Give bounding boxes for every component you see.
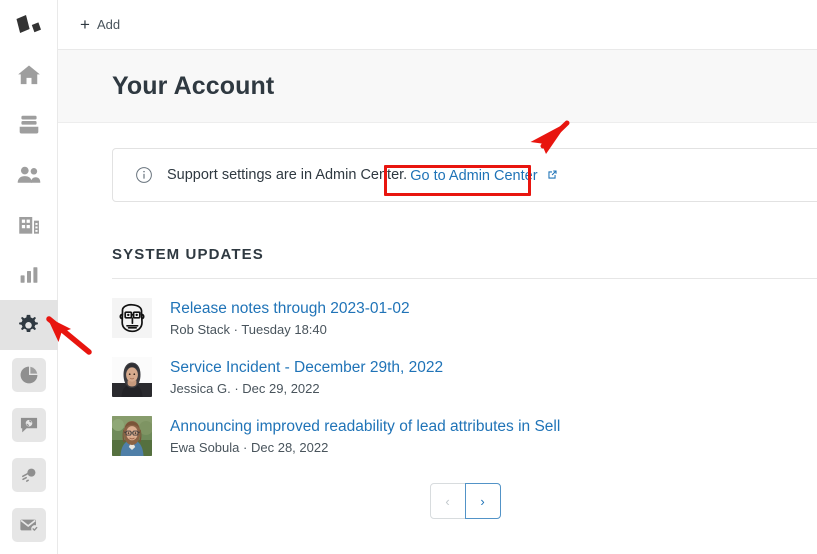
customers-icon bbox=[17, 166, 40, 183]
update-date: Dec 29, 2022 bbox=[242, 381, 320, 396]
page-header: Your Account bbox=[58, 50, 817, 123]
sidebar-app-explore[interactable] bbox=[0, 350, 58, 400]
sidebar-item-customers[interactable] bbox=[0, 150, 58, 200]
chat-icon bbox=[20, 417, 37, 433]
update-meta: Jessica G. · Dec 29, 2022 bbox=[170, 381, 443, 397]
sidebar-item-views[interactable] bbox=[0, 100, 58, 150]
meta-separator: · bbox=[233, 322, 238, 337]
go-to-admin-center-link[interactable]: Go to Admin Center bbox=[410, 167, 558, 184]
page-title: Your Account bbox=[112, 71, 275, 100]
avatar-dark-hair-woman bbox=[112, 357, 152, 397]
meta-separator: · bbox=[234, 381, 239, 396]
guide-icon bbox=[21, 468, 35, 482]
update-title-link[interactable]: Announcing improved readability of lead … bbox=[170, 417, 560, 436]
add-button-label: Add bbox=[96, 17, 121, 32]
avatar-doodle-face bbox=[112, 298, 152, 338]
update-author: Jessica G. bbox=[170, 381, 231, 396]
list-item[interactable]: Release notes through 2023-01-02 Rob Sta… bbox=[112, 298, 817, 338]
main-content: + Add Your Account Support settings are … bbox=[58, 0, 817, 554]
update-author: Rob Stack bbox=[170, 322, 230, 337]
info-circle-icon bbox=[135, 166, 153, 184]
views-icon bbox=[19, 115, 38, 134]
sidebar-app-guide[interactable] bbox=[0, 450, 58, 500]
pagination: ‹ › bbox=[112, 483, 817, 519]
zendesk-logo[interactable] bbox=[0, 0, 58, 50]
list-item-texts: Announcing improved readability of lead … bbox=[170, 416, 560, 456]
avatar-glasses-woman bbox=[112, 416, 152, 456]
home-icon bbox=[17, 65, 40, 85]
list-item-texts: Service Incident - December 29th, 2022 J… bbox=[170, 357, 443, 397]
sidebar-item-organizations[interactable] bbox=[0, 200, 58, 250]
update-author: Ewa Sobula bbox=[170, 440, 240, 455]
update-meta: Ewa Sobula · Dec 28, 2022 bbox=[170, 440, 560, 456]
plus-icon: + bbox=[80, 15, 90, 34]
sidebar-item-admin[interactable] bbox=[0, 300, 58, 350]
pagination-next-button[interactable]: › bbox=[464, 483, 501, 519]
page-body: Support settings are in Admin Center. Go… bbox=[58, 148, 817, 519]
mail-check-icon bbox=[19, 519, 39, 533]
zendesk-support-window: + Add Your Account Support settings are … bbox=[0, 0, 817, 554]
pager-group: ‹ › bbox=[429, 483, 501, 519]
sidebar-app-chat[interactable] bbox=[0, 400, 58, 450]
sidebar-item-reporting[interactable] bbox=[0, 250, 58, 300]
top-toolbar: + Add bbox=[58, 0, 817, 50]
notice-text: Support settings are in Admin Center. bbox=[167, 167, 408, 183]
update-date: Dec 28, 2022 bbox=[250, 440, 329, 455]
update-title-link[interactable]: Release notes through 2023-01-02 bbox=[170, 299, 410, 318]
list-item-texts: Release notes through 2023-01-02 Rob Sta… bbox=[170, 298, 410, 338]
organizations-icon bbox=[18, 216, 39, 234]
meta-separator: · bbox=[243, 440, 248, 455]
gear-icon bbox=[19, 314, 38, 332]
list-item[interactable]: Announcing improved readability of lead … bbox=[112, 416, 817, 456]
reporting-icon bbox=[20, 267, 37, 283]
update-meta: Rob Stack · Tuesday 18:40 bbox=[170, 322, 410, 338]
explore-icon bbox=[20, 366, 37, 384]
section-divider bbox=[112, 278, 817, 279]
sidebar-app-email[interactable] bbox=[0, 500, 58, 550]
left-sidebar bbox=[0, 0, 58, 554]
external-link-icon bbox=[546, 169, 559, 185]
list-item[interactable]: Service Incident - December 29th, 2022 J… bbox=[112, 357, 817, 397]
update-date: Tuesday 18:40 bbox=[241, 322, 327, 337]
add-button[interactable]: + Add bbox=[74, 12, 126, 37]
system-updates-heading: SYSTEM UPDATES bbox=[112, 246, 264, 263]
update-title-link[interactable]: Service Incident - December 29th, 2022 bbox=[170, 358, 443, 377]
pagination-previous-button[interactable]: ‹ bbox=[429, 483, 466, 519]
sidebar-item-home[interactable] bbox=[0, 50, 58, 100]
admin-center-notice: Support settings are in Admin Center. Go… bbox=[112, 148, 817, 202]
go-to-admin-center-label: Go to Admin Center bbox=[410, 167, 538, 184]
